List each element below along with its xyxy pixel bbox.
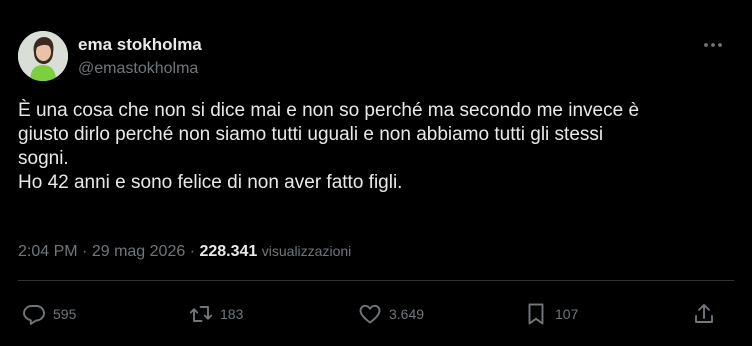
meta-separator: · (189, 243, 196, 260)
share-upload-icon (695, 304, 713, 323)
heart-icon (359, 304, 381, 324)
more-horizontal-icon (704, 43, 722, 47)
views-label: visualizzazioni (261, 243, 352, 259)
tweet-text-line: sogni. (18, 148, 69, 169)
like-button[interactable]: 3.649 (358, 300, 424, 328)
avatar-image (18, 31, 68, 81)
reply-button[interactable]: 595 (22, 300, 76, 328)
retweet-arrows-icon (189, 306, 213, 322)
views-count[interactable]: 228.341 (199, 243, 257, 260)
author-display-name[interactable]: ema stokholma (78, 35, 202, 55)
like-count: 3.649 (389, 306, 425, 322)
tweet-card: ema stokholma @emastokholma È una cosa c… (0, 0, 752, 346)
tweet-text-line: È una cosa che non si dice mai e non so … (18, 100, 640, 121)
more-options-button[interactable] (698, 33, 728, 57)
share-button[interactable] (692, 300, 716, 328)
tweet-text-line: giusto dirlo perché non siamo tutti ugua… (18, 124, 604, 145)
reply-bubble-icon (23, 305, 45, 325)
reply-count: 595 (53, 306, 77, 322)
tweet-text: È una cosa che non si dice mai e non so … (18, 99, 734, 195)
tweet-text-line: Ho 42 anni e sono felice di non aver fat… (18, 172, 403, 193)
retweet-count: 183 (220, 306, 244, 322)
tweet-date[interactable]: 29 mag 2026 (92, 243, 185, 260)
retweet-button[interactable]: 183 (189, 300, 243, 328)
bookmark-icon (528, 303, 544, 325)
tweet-time[interactable]: 2:04 PM (18, 243, 78, 260)
author-handle[interactable]: @emastokholma (78, 59, 198, 79)
bookmark-count: 107 (555, 306, 579, 322)
meta-separator: · (82, 243, 88, 260)
divider (18, 280, 734, 281)
bookmark-button[interactable]: 107 (524, 300, 578, 328)
avatar[interactable] (18, 31, 68, 81)
tweet-meta: 2:04 PM · 29 mag 2026 · 228.341 visualiz… (18, 240, 351, 263)
